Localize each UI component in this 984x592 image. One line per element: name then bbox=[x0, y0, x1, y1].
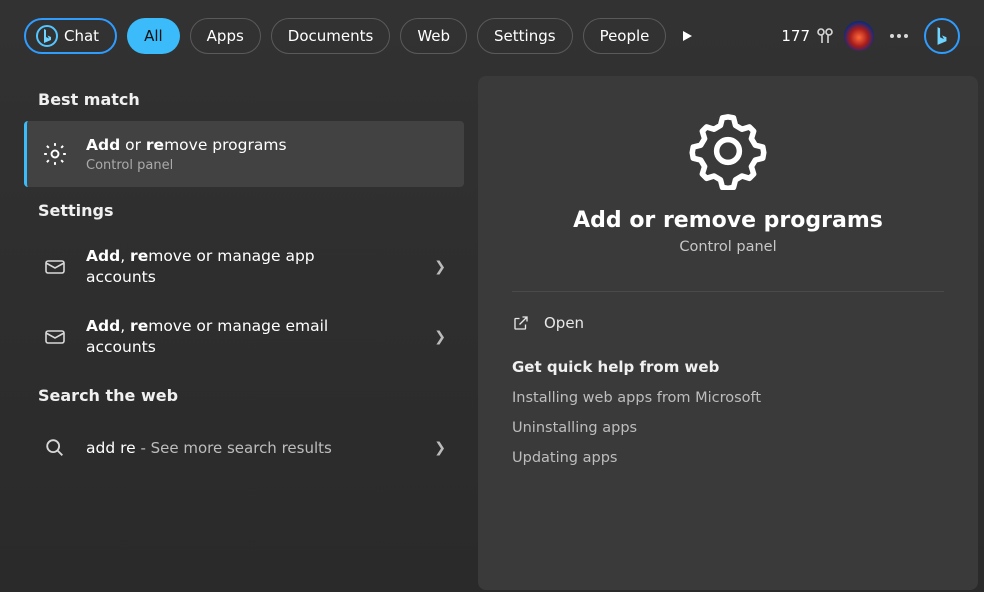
best-match-subtitle: Control panel bbox=[86, 158, 450, 173]
bing-chat-badge[interactable] bbox=[924, 18, 960, 54]
rewards-number: 177 bbox=[781, 27, 810, 45]
help-header: Get quick help from web bbox=[512, 358, 944, 376]
search-web-result[interactable]: add re - See more search results ❯ bbox=[24, 417, 464, 479]
search-term: add re bbox=[86, 439, 136, 457]
rewards-counter[interactable]: 177 bbox=[781, 27, 834, 45]
chevron-right-icon[interactable]: ❯ bbox=[430, 329, 450, 345]
results-pane: Best match Add or remove programs Contro… bbox=[24, 76, 464, 590]
chevron-right-icon[interactable]: ❯ bbox=[430, 440, 450, 456]
gear-icon bbox=[38, 137, 72, 171]
search-hint: - See more search results bbox=[136, 439, 332, 457]
settings-result-app-accounts[interactable]: Add, remove or manage appaccounts ❯ bbox=[24, 232, 464, 302]
section-search-web: Search the web bbox=[24, 372, 464, 417]
mail-icon bbox=[38, 250, 72, 284]
best-match-title: Add or remove programs bbox=[86, 135, 450, 156]
more-button[interactable] bbox=[884, 34, 914, 38]
bing-icon bbox=[935, 27, 949, 45]
chat-label: Chat bbox=[64, 27, 99, 45]
chat-button[interactable]: Chat bbox=[24, 18, 117, 54]
tab-documents[interactable]: Documents bbox=[271, 18, 391, 54]
help-link-updating[interactable]: Updating apps bbox=[512, 450, 944, 466]
top-filter-bar: Chat All Apps Documents Web Settings Peo… bbox=[0, 0, 984, 72]
tab-apps[interactable]: Apps bbox=[190, 18, 261, 54]
bing-icon bbox=[36, 25, 58, 47]
help-link-installing[interactable]: Installing web apps from Microsoft bbox=[512, 390, 944, 406]
tab-all[interactable]: All bbox=[127, 18, 180, 54]
preview-pane: Add or remove programs Control panel Ope… bbox=[478, 76, 978, 590]
user-avatar[interactable] bbox=[844, 21, 874, 51]
tab-people[interactable]: People bbox=[583, 18, 667, 54]
preview-title: Add or remove programs bbox=[573, 208, 883, 233]
section-best-match: Best match bbox=[24, 76, 464, 121]
settings-result-email-accounts[interactable]: Add, remove or manage emailaccounts ❯ bbox=[24, 302, 464, 372]
section-settings: Settings bbox=[24, 187, 464, 232]
rewards-icon bbox=[816, 27, 834, 45]
open-label: Open bbox=[544, 314, 584, 332]
divider bbox=[512, 291, 944, 292]
chevron-right-icon[interactable]: ❯ bbox=[430, 259, 450, 275]
search-icon bbox=[38, 431, 72, 465]
preview-subtitle: Control panel bbox=[679, 239, 776, 255]
best-match-result[interactable]: Add or remove programs Control panel bbox=[24, 121, 464, 187]
tab-settings[interactable]: Settings bbox=[477, 18, 573, 54]
tab-web[interactable]: Web bbox=[400, 18, 467, 54]
gear-icon bbox=[689, 112, 767, 190]
help-link-uninstalling[interactable]: Uninstalling apps bbox=[512, 420, 944, 436]
settings-item-title: Add, remove or manage appaccounts bbox=[86, 246, 416, 288]
open-action[interactable]: Open bbox=[512, 310, 944, 336]
settings-item-title: Add, remove or manage emailaccounts bbox=[86, 316, 416, 358]
tab-overflow-button[interactable] bbox=[676, 29, 698, 43]
mail-icon bbox=[38, 320, 72, 354]
open-icon bbox=[512, 314, 530, 332]
